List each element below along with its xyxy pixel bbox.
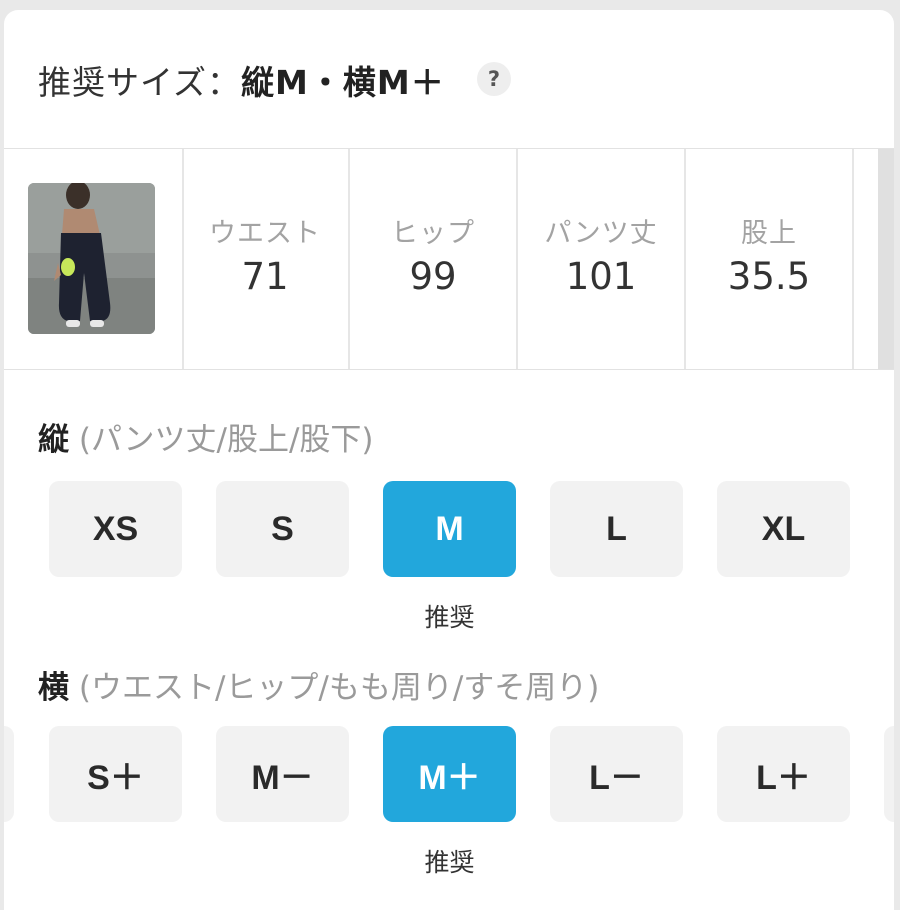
size-button-xl[interactable]: XL: [717, 481, 850, 577]
size-button-m-selected[interactable]: M: [383, 481, 516, 577]
recommended-badge: 推奨: [424, 603, 475, 632]
measurement-value: 71: [241, 255, 289, 298]
size-button-l-plus[interactable]: L＋: [717, 726, 850, 822]
measurement-strip[interactable]: ウエスト 71 ヒップ 99 パンツ丈 101 股上 35.5: [4, 149, 894, 370]
size-button-next-partial[interactable]: [884, 726, 894, 822]
size-recommendation-card: 推奨サイズ：縦M・横M＋ ? ウエスト 71 ヒップ 99 パンツ丈 101 股…: [4, 10, 894, 910]
measurement-label: ウエスト: [209, 218, 321, 249]
measurement-rise: 股上 35.5: [686, 149, 854, 369]
horizontal-subtitle: (ウエスト/ヒップ/もも周り/すそ周り): [78, 670, 600, 706]
horizontal-title: 横: [38, 670, 69, 706]
measurement-value: 101: [565, 255, 637, 298]
size-button-m-minus[interactable]: M－: [216, 726, 349, 822]
measurement-value: 99: [409, 255, 457, 298]
strip-scroll-edge[interactable]: [878, 149, 894, 369]
recommended-size-title: 推奨サイズ：縦M・横M＋: [38, 56, 445, 104]
model-cell: [4, 149, 184, 369]
measurement-label: パンツ丈: [544, 218, 658, 249]
size-button-m-plus-selected[interactable]: M＋: [383, 726, 516, 822]
size-button-s[interactable]: S: [216, 481, 349, 577]
measurement-waist: ウエスト 71: [182, 149, 350, 369]
model-photo[interactable]: [28, 183, 155, 334]
size-button-l[interactable]: L: [550, 481, 683, 577]
vertical-title: 縦: [38, 422, 69, 458]
vertical-subtitle: (パンツ丈/股上/股下): [78, 422, 374, 458]
vertical-section-title: 縦 (パンツ丈/股上/股下): [38, 414, 374, 459]
recommended-size-value: 縦M・横M＋: [241, 63, 445, 102]
size-button-xs[interactable]: XS: [49, 481, 182, 577]
recommended-size-label: 推奨サイズ：: [38, 63, 242, 102]
recommendation-header: 推奨サイズ：縦M・横M＋ ?: [4, 10, 894, 149]
measurement-label: 股上: [741, 218, 797, 249]
horizontal-section-title: 横 (ウエスト/ヒップ/もも周り/すそ周り): [38, 662, 599, 707]
measurement-label: ヒップ: [391, 218, 475, 249]
size-button-s-plus[interactable]: S＋: [49, 726, 182, 822]
size-button-prev-partial[interactable]: [4, 726, 14, 822]
measurement-value: 35.5: [727, 255, 811, 298]
measurement-length: パンツ丈 101: [518, 149, 686, 369]
size-button-l-minus[interactable]: L－: [550, 726, 683, 822]
recommended-badge: 推奨: [424, 848, 475, 877]
help-icon[interactable]: ?: [477, 62, 511, 96]
measurement-hip: ヒップ 99: [350, 149, 518, 369]
